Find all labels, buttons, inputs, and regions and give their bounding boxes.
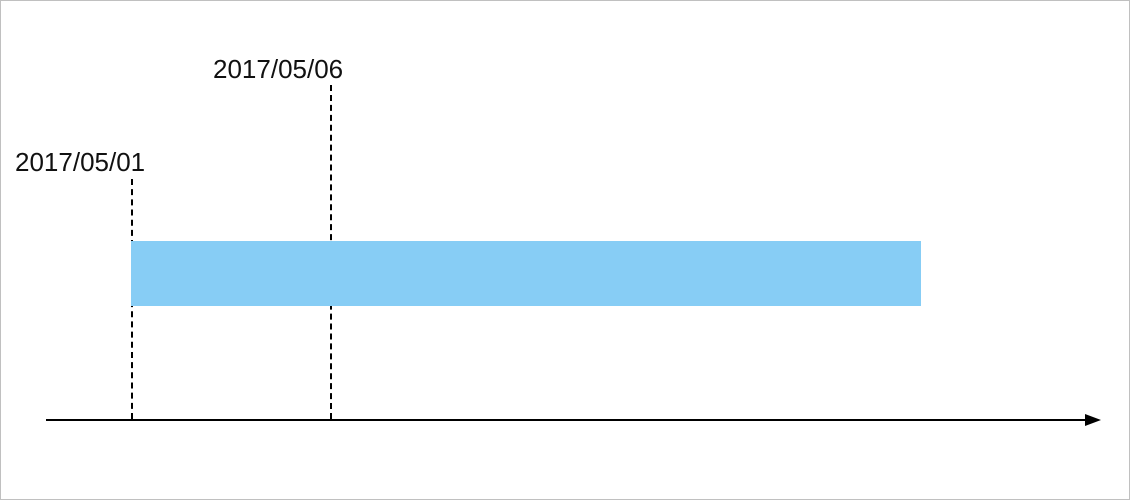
timeline-axis-arrowhead bbox=[1085, 414, 1101, 426]
timeline-span-bar bbox=[131, 241, 921, 306]
marker-label-right: 2017/05/06 bbox=[213, 56, 343, 82]
marker-label-left: 2017/05/01 bbox=[15, 149, 145, 175]
diagram-frame: 2017/05/06 2017/05/01 bbox=[0, 0, 1130, 500]
timeline-axis bbox=[46, 419, 1087, 421]
